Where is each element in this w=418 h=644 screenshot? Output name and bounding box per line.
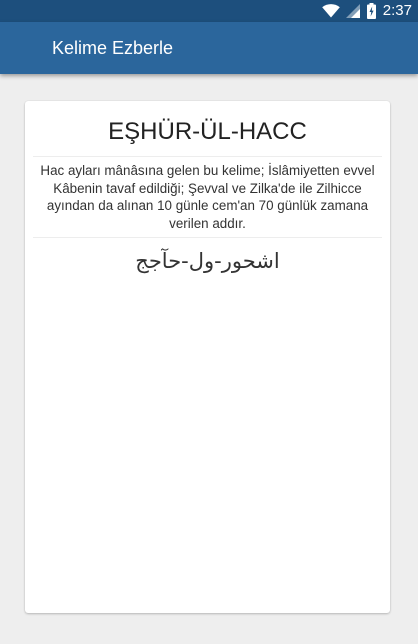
status-bar: 2:37: [0, 0, 418, 22]
battery-icon: [366, 3, 376, 19]
wifi-icon: [321, 4, 340, 18]
word-title: EŞHÜR-ÜL-HACC: [108, 118, 307, 145]
app-title: Kelime Ezberle: [52, 38, 174, 58]
word-definition: Hac ayları mânâsına gelen bu kelime; İsl…: [40, 163, 375, 231]
word-card[interactable]: EŞHÜR-ÜL-HACC Hac ayları mânâsına gelen …: [25, 101, 390, 613]
signal-icon: [345, 4, 360, 18]
divider: [33, 156, 382, 157]
bottom-area: [0, 632, 418, 644]
arabic-spelling: اشحور-ول-حآجج: [135, 249, 280, 273]
status-icons: 2:37: [321, 0, 412, 22]
clock: 2:37: [382, 2, 412, 19]
divider: [33, 237, 382, 238]
app-bar: Kelime Ezberle: [0, 22, 418, 74]
